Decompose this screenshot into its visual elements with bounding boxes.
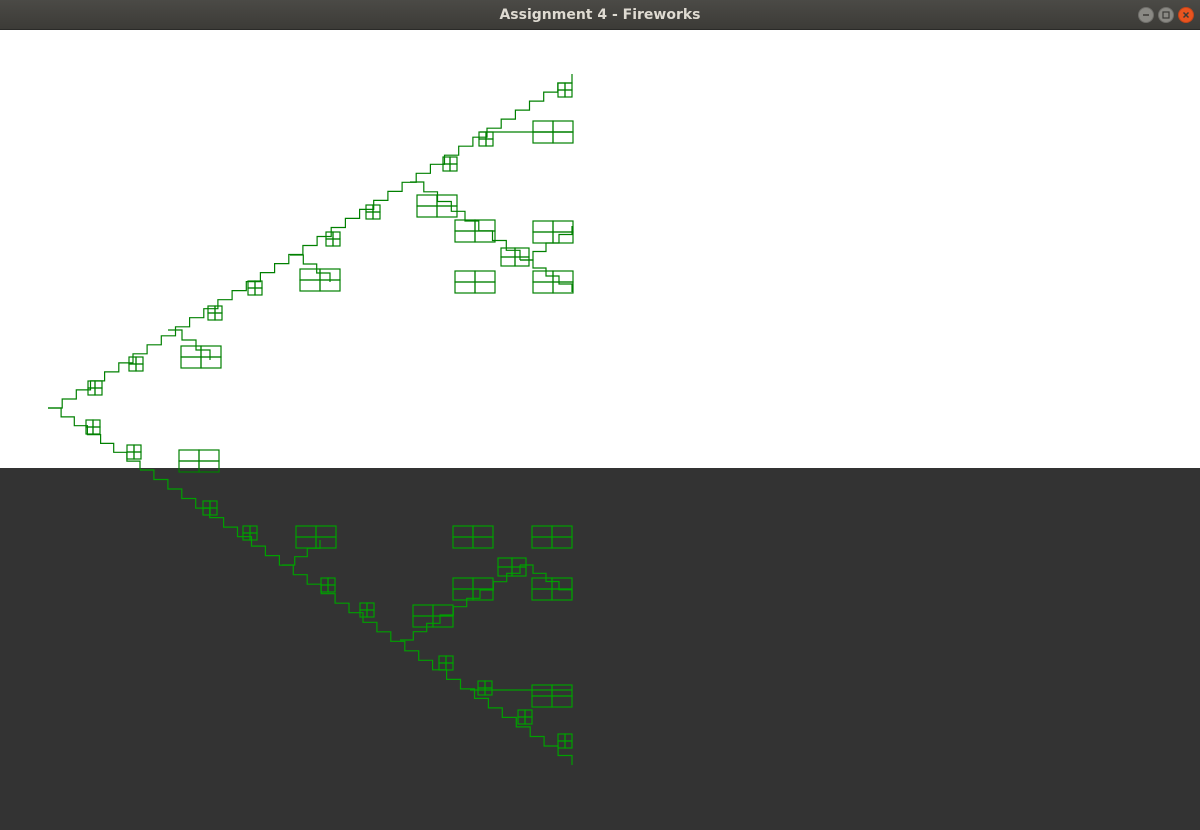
- close-icon: [1182, 11, 1190, 19]
- close-button[interactable]: [1178, 7, 1194, 23]
- minimize-icon: [1143, 14, 1149, 16]
- fireworks-scene: [0, 30, 1200, 830]
- window-title: Assignment 4 - Fireworks: [499, 7, 701, 23]
- sky-background: [0, 30, 1200, 468]
- ground-background: [0, 468, 1200, 830]
- minimize-button[interactable]: [1138, 7, 1154, 23]
- maximize-button[interactable]: [1158, 7, 1174, 23]
- app-window: Assignment 4 - Fireworks: [0, 0, 1200, 830]
- title-bar[interactable]: Assignment 4 - Fireworks: [0, 0, 1200, 30]
- maximize-icon: [1162, 11, 1170, 19]
- render-canvas[interactable]: [0, 30, 1200, 830]
